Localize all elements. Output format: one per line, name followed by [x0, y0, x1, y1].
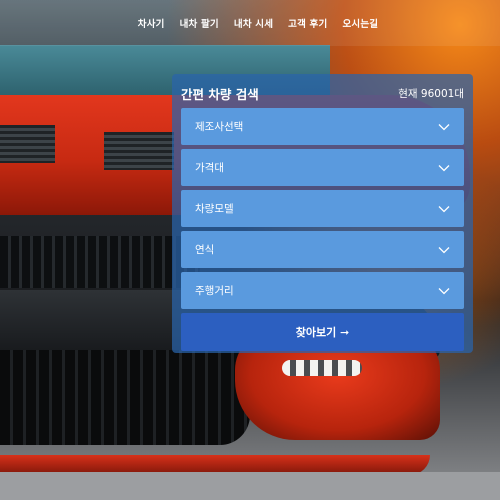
hood-vent	[104, 132, 174, 170]
search-button[interactable]: 찾아보기 ➞	[181, 313, 464, 351]
manufacturer-select[interactable]: 제조사선택	[181, 108, 464, 145]
road	[0, 472, 500, 500]
price-select[interactable]: 가격대	[181, 149, 464, 186]
search-button-label: 찾아보기 ➞	[295, 326, 350, 339]
select-label: 연식	[195, 244, 215, 256]
inventory-count: 현재 96001대	[398, 87, 464, 100]
mileage-select[interactable]: 주행거리	[181, 272, 464, 309]
select-label: 차량모델	[195, 203, 234, 215]
select-label: 주행거리	[195, 285, 234, 297]
car-fog-lights	[282, 360, 362, 376]
nav-item-car-price[interactable]: 내차 시세	[234, 16, 273, 30]
car-grille	[0, 236, 200, 288]
top-navigation-bar: 차사기 내차 팔기 내차 시세 고객 후기 오시는길	[0, 0, 500, 46]
chevron-down-icon	[438, 164, 450, 171]
nav-item-buy-car[interactable]: 차사기	[138, 16, 165, 30]
main-nav: 차사기 내차 팔기 내차 시세 고객 후기 오시는길	[0, 0, 500, 46]
hood-vent	[0, 125, 55, 163]
car-lower-grille	[0, 350, 250, 445]
model-select[interactable]: 차량모델	[181, 190, 464, 227]
year-select[interactable]: 연식	[181, 231, 464, 268]
chevron-down-icon	[438, 246, 450, 253]
filter-list: 제조사선택 가격대 차량모델 연식 주행거리	[181, 108, 464, 309]
nav-item-sell-car[interactable]: 내차 팔기	[180, 16, 219, 30]
quick-search-panel: 간편 차량 검색 현재 96001대 제조사선택 가격대 차량모델 연식 주행거…	[172, 74, 473, 353]
chevron-down-icon	[438, 287, 450, 294]
chevron-down-icon	[438, 205, 450, 212]
nav-item-reviews[interactable]: 고객 후기	[288, 16, 327, 30]
panel-title: 간편 차량 검색	[181, 86, 259, 102]
select-label: 가격대	[195, 162, 224, 174]
select-label: 제조사선택	[195, 121, 244, 133]
chevron-down-icon	[438, 123, 450, 130]
panel-header: 간편 차량 검색 현재 96001대	[181, 81, 464, 105]
nav-item-directions[interactable]: 오시는길	[342, 16, 378, 30]
